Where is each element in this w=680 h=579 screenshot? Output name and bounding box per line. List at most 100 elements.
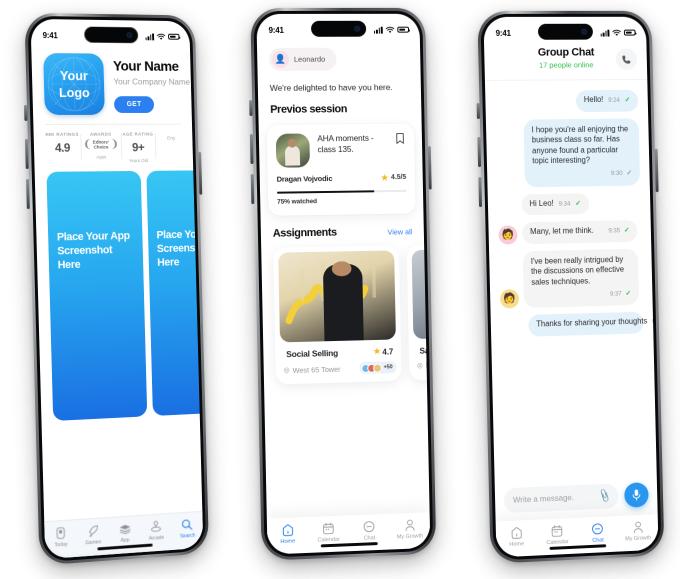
power-button[interactable] <box>198 151 203 195</box>
message-time: 9:35 <box>608 227 621 235</box>
view-all-link[interactable]: View all <box>387 228 412 237</box>
calendar-icon <box>537 523 578 539</box>
person-icon <box>618 519 658 535</box>
attendee-avatars[interactable]: +50 <box>359 361 397 375</box>
star-icon: ★ <box>373 346 381 357</box>
mute-switch[interactable] <box>249 99 253 117</box>
assignment-card[interactable]: Social Selling ★ 4.7 ◎ West 65 Tower +50 <box>273 245 402 385</box>
read-receipt-icon: ✓ <box>625 289 632 297</box>
read-receipt-icon: ✓ <box>623 227 630 235</box>
status-time: 9:41 <box>42 30 58 40</box>
avatar[interactable]: 🧑 <box>499 289 520 309</box>
attendee-overflow-count: +50 <box>383 364 393 371</box>
battery-icon <box>623 29 636 36</box>
screenshot-placeholder[interactable]: Place Your App Screenshot Here <box>46 170 148 421</box>
message-bubble[interactable]: Hello! 9:24 ✓ <box>575 89 639 112</box>
stat-value: 4.9 <box>54 140 71 155</box>
battery-icon <box>168 33 180 40</box>
battery-icon <box>397 26 410 33</box>
app-store-content: Your Logo Your Name Your Company Name GE… <box>31 44 204 560</box>
message-bubble[interactable]: Thanks for sharing your thoughts 9:39 ✓ <box>528 311 659 337</box>
message-time: 9:34 <box>558 200 571 208</box>
app-name: Your Name <box>112 57 179 74</box>
tab-chat[interactable]: Chat <box>577 521 618 545</box>
call-button[interactable] <box>615 48 638 71</box>
tab-search[interactable]: Search <box>172 517 204 541</box>
location-pin-icon: ◎ <box>283 367 290 375</box>
dynamic-island <box>310 20 367 37</box>
previous-session-card[interactable]: AHA moments - class 135. Dragan Vojvodic… <box>266 123 416 216</box>
session-title: AHA moments - class 135. <box>317 132 374 155</box>
assignment-card[interactable]: Sales ◎ Bel <box>406 243 431 381</box>
tab-calendar[interactable]: Calendar <box>537 523 578 547</box>
phone-learning-home: 9:41 👤 Leonardo We're delighted to have … <box>249 7 437 561</box>
person-icon <box>389 517 430 532</box>
bookmark-icon[interactable] <box>396 133 406 147</box>
chat-tab-bar: Home Calendar Chat My Growth <box>495 514 659 558</box>
star-icon: ★ <box>381 172 389 182</box>
volume-down-button[interactable] <box>250 174 255 205</box>
tab-apps[interactable]: App <box>109 521 141 545</box>
assignment-image <box>411 248 431 340</box>
tab-home[interactable]: Home <box>496 525 537 549</box>
avatar <box>372 363 382 373</box>
tab-games[interactable]: Games <box>77 523 110 547</box>
message-text: Hello! <box>583 95 604 105</box>
message-list[interactable]: Hello! 9:24 ✓ I hope you're all enjoying… <box>485 80 659 338</box>
app-icon-line-1: Your <box>59 68 88 84</box>
phone-group-chat: 9:41 Group Chat 17 people online Hello! … <box>476 10 665 564</box>
user-chip[interactable]: 👤 Leonardo <box>268 47 337 71</box>
message-row: Thanks for sharing your thoughts 9:39 ✓ <box>501 311 659 337</box>
assignment-rating-value: 4.7 <box>382 347 394 357</box>
progress-fill <box>276 190 375 194</box>
tab-my-growth[interactable]: My Growth <box>618 519 659 543</box>
group-chat-content: Group Chat 17 people online Hello! 9:24 … <box>484 42 659 558</box>
location-pin-icon: ◎ <box>416 362 423 370</box>
today-icon <box>44 525 77 541</box>
tab-today[interactable]: Today <box>44 525 77 549</box>
avatar[interactable]: 🧑 <box>498 225 518 245</box>
stat-sub: Apps <box>96 154 107 160</box>
tab-my-growth[interactable]: My Growth <box>389 517 430 540</box>
message-input[interactable]: Write a message. 📎 <box>503 483 619 514</box>
avatar: 👤 <box>271 50 290 68</box>
app-header: Your Logo Your Name Your Company Name GE… <box>31 45 192 115</box>
mute-switch[interactable] <box>476 102 480 120</box>
message-bubble[interactable]: I hope you're all enjoying the business … <box>523 118 641 187</box>
volume-down-button[interactable] <box>478 177 483 208</box>
volume-up-button[interactable] <box>24 138 29 170</box>
laurel-icon: ❨ Editors' Choice ❩ <box>82 138 119 151</box>
learning-home-content: 👤 Leonardo We're delighted to have you h… <box>256 39 431 555</box>
assignment-location-text: West 65 Tower <box>292 364 341 375</box>
screenshot-carousel[interactable]: Place Your App Screenshot Here Place You… <box>34 163 204 422</box>
read-receipt-icon: ✓ <box>624 96 631 104</box>
microphone-button[interactable] <box>624 482 649 508</box>
tab-arcade[interactable]: Arcade <box>140 519 172 543</box>
stat-ratings: 98K RATINGS 4.9 <box>43 132 81 164</box>
app-company: Your Company Name <box>113 76 191 87</box>
message-bubble[interactable]: Hi Leo! 9:34 ✓ <box>521 192 590 216</box>
message-bubble[interactable]: Many, let me think. 9:35 ✓ <box>522 220 638 244</box>
phone-icon <box>621 54 630 64</box>
paperclip-icon[interactable]: 📎 <box>596 489 611 504</box>
tab-label: My Growth <box>625 535 652 543</box>
message-time: 9:39 <box>652 318 659 326</box>
message-bubble[interactable]: I've been really intrigued by the discus… <box>522 248 640 309</box>
message-text: Many, let me think. <box>530 226 594 237</box>
home-icon <box>267 522 308 538</box>
volume-down-button[interactable] <box>26 178 30 210</box>
tab-calendar[interactable]: Calendar <box>308 520 349 544</box>
power-button[interactable] <box>654 148 659 193</box>
apps-icon <box>109 521 141 537</box>
volume-up-button[interactable] <box>249 133 254 165</box>
get-button[interactable]: GET <box>113 96 155 113</box>
assignments-carousel[interactable]: Social Selling ★ 4.7 ◎ West 65 Tower +50… <box>261 237 431 385</box>
volume-up-button[interactable] <box>477 136 482 168</box>
power-button[interactable] <box>427 146 432 190</box>
mute-switch[interactable] <box>23 104 28 121</box>
tab-label: Home <box>509 541 525 548</box>
tab-home[interactable]: Home <box>267 522 309 546</box>
assignment-rating: ★ 4.7 <box>373 347 393 356</box>
screenshot-placeholder[interactable]: Place Your App Screenshot Here <box>146 170 204 417</box>
tab-chat[interactable]: Chat <box>349 519 390 542</box>
